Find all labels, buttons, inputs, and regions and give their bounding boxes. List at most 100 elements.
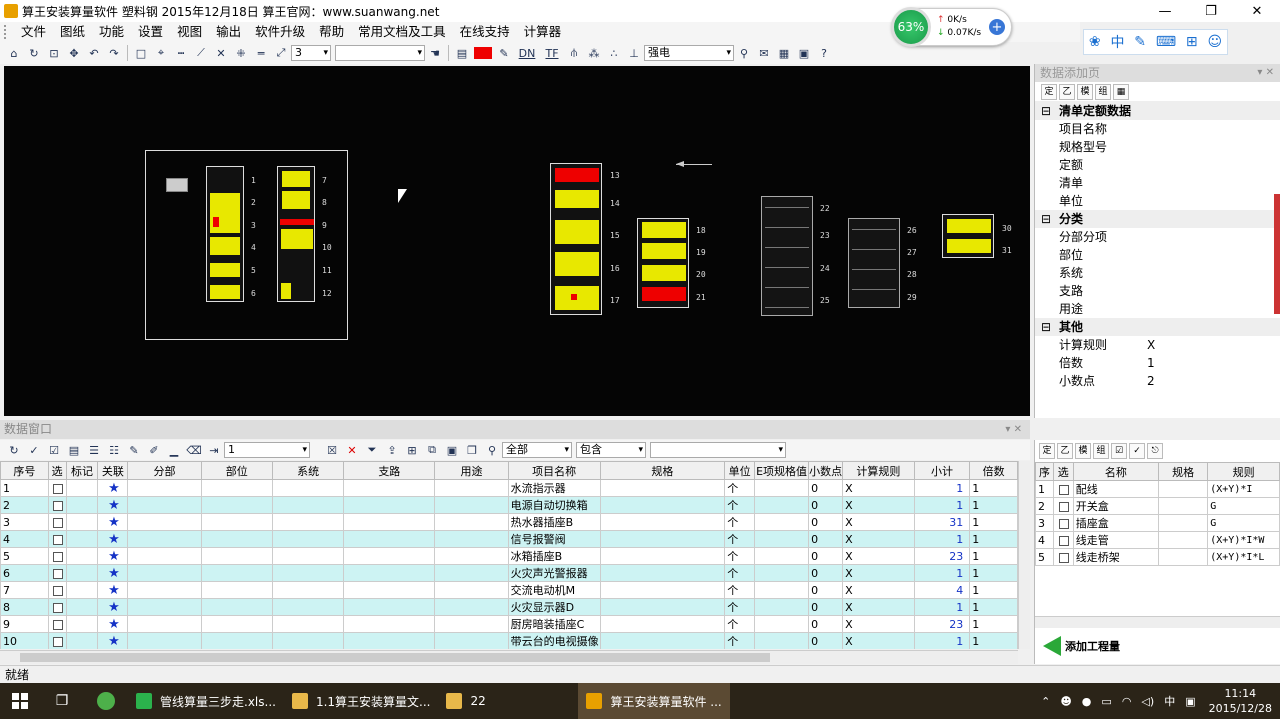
table-cell[interactable]	[200, 496, 273, 514]
search-input[interactable]	[650, 442, 786, 458]
binoculars-icon[interactable]: ⚲	[736, 45, 752, 61]
refresh-icon[interactable]: ↻	[6, 442, 22, 458]
table-cell[interactable]	[343, 479, 436, 497]
stamp-icon[interactable]: ✉	[756, 45, 772, 61]
table-cell[interactable]: 4	[913, 581, 971, 599]
table-cell[interactable]	[271, 598, 345, 616]
rectangle-select-icon[interactable]: □	[133, 45, 149, 61]
table-cell[interactable]	[599, 632, 726, 649]
drawing-canvas[interactable]: 1 2 3 4 5 6 7 8 9 10 11 12 13 14 15 16 1…	[4, 66, 1030, 416]
table-cell[interactable]: 0	[808, 496, 844, 514]
table-cell[interactable]	[65, 632, 99, 649]
quota-button[interactable]: 定	[1041, 83, 1057, 100]
battery-icon[interactable]: ▭	[1101, 695, 1111, 708]
table-cell[interactable]	[434, 564, 509, 582]
rule-spec[interactable]	[1157, 497, 1209, 515]
help-icon[interactable]: ?	[816, 45, 832, 61]
indent-icon[interactable]: ⇥	[206, 442, 222, 458]
dashed-line-icon[interactable]: ┅	[173, 45, 189, 61]
table-cell[interactable]	[200, 564, 273, 582]
rule-name[interactable]: 插座盒	[1072, 514, 1159, 532]
taskbar-item-excel[interactable]: 管线算量三步走.xls...	[128, 683, 284, 719]
table-cell[interactable]	[434, 496, 509, 514]
drawing-sheet[interactable]	[206, 166, 244, 302]
link-star-icon[interactable]: ★	[97, 547, 129, 565]
table-cell[interactable]	[200, 598, 273, 616]
table-cell[interactable]	[754, 547, 810, 565]
snap-icon[interactable]: ⁜	[233, 45, 249, 61]
table-cell[interactable]	[200, 530, 273, 548]
table-cell[interactable]: 火灾声光警报器	[507, 564, 601, 582]
rule-column-header[interactable]: 序	[1035, 462, 1054, 481]
table-cell[interactable]: 水流指示器	[507, 479, 601, 497]
table-cell[interactable]	[127, 479, 202, 497]
table-cell[interactable]	[343, 547, 436, 565]
table-cell[interactable]: 1	[913, 479, 971, 497]
table-cell[interactable]: X	[842, 632, 915, 649]
column-header[interactable]: 关联	[97, 461, 129, 480]
table-cell[interactable]	[343, 564, 436, 582]
link-star-icon[interactable]: ★	[97, 513, 129, 531]
hscroll-thumb[interactable]	[20, 653, 770, 662]
table-cell[interactable]	[754, 564, 810, 582]
column-header[interactable]: 小计	[913, 461, 971, 480]
menu-help[interactable]: 帮助	[312, 22, 351, 42]
underline-icon[interactable]: ▁	[166, 442, 182, 458]
paint-icon[interactable]: ✎	[496, 45, 512, 61]
table-cell[interactable]	[434, 581, 509, 599]
prop-row[interactable]: 小数点 2	[1035, 372, 1280, 390]
table-cell[interactable]: 31	[913, 513, 971, 531]
settings-icon[interactable]: ▦	[1113, 83, 1129, 100]
ime-lang[interactable]: 中	[1110, 32, 1124, 52]
table-cell[interactable]: 个	[724, 496, 756, 514]
table-cell[interactable]: 冰箱插座B	[507, 547, 601, 565]
select-checkbox[interactable]	[47, 530, 67, 548]
table-cell[interactable]	[65, 496, 99, 514]
zoom-fit-icon[interactable]: ⊡	[46, 45, 62, 61]
excel-icon[interactable]: ▣	[444, 442, 460, 458]
table-cell[interactable]: 9	[0, 615, 49, 633]
table-cell[interactable]: 个	[724, 479, 756, 497]
drawing-sheet[interactable]	[550, 163, 602, 315]
table-cell[interactable]	[200, 581, 273, 599]
task-view-icon[interactable]: ❐	[40, 683, 84, 719]
table-cell[interactable]	[127, 632, 202, 649]
table-cell[interactable]: 0	[808, 581, 844, 599]
table-cell[interactable]	[754, 479, 810, 497]
undo-icon[interactable]: ↶	[86, 45, 102, 61]
table-cell[interactable]: 1	[969, 479, 1018, 497]
column-header[interactable]: 部位	[200, 461, 273, 480]
table-cell[interactable]: X	[842, 530, 915, 548]
table-cell[interactable]	[65, 547, 99, 565]
table-cell[interactable]: 火灾显示器D	[507, 598, 601, 616]
drawing-sheet[interactable]	[761, 196, 813, 316]
table-cell[interactable]	[343, 530, 436, 548]
column-header[interactable]: 规格	[599, 461, 726, 480]
check-all-icon[interactable]: ☑	[46, 442, 62, 458]
delete-icon[interactable]: ✕	[344, 442, 360, 458]
check-all-icon[interactable]: ✓	[1129, 443, 1145, 459]
column-header[interactable]: E项规格值	[754, 461, 810, 480]
table-cell[interactable]	[271, 615, 345, 633]
table-cell[interactable]: 1	[913, 632, 971, 649]
polyline-icon[interactable]: ⟋	[193, 45, 209, 61]
link-star-icon[interactable]: ★	[97, 496, 129, 514]
table-cell[interactable]: 0	[808, 632, 844, 649]
table-cell[interactable]: 电源自动切换箱	[507, 496, 601, 514]
drawing-sheet[interactable]	[637, 218, 689, 308]
table-cell[interactable]	[599, 615, 726, 633]
list-button[interactable]: 乙	[1057, 443, 1073, 459]
menu-docs-tools[interactable]: 常用文档及工具	[351, 22, 453, 42]
link-star-icon[interactable]: ★	[97, 632, 129, 649]
add-quantity-button[interactable]: 添加工程量	[1043, 636, 1120, 656]
start-button[interactable]	[0, 683, 40, 719]
table-cell[interactable]	[127, 615, 202, 633]
rule-row[interactable]: 4 线走管 (X+Y)*I*W	[1035, 531, 1280, 549]
table-cell[interactable]: 1	[913, 496, 971, 514]
grid-hscrollbar[interactable]	[0, 650, 1018, 664]
table-cell[interactable]	[599, 564, 726, 582]
column-header[interactable]: 支路	[343, 461, 436, 480]
menu-settings[interactable]: 设置	[131, 22, 170, 42]
table-edit-icon[interactable]: ▤	[66, 442, 82, 458]
rule-formula[interactable]: G	[1207, 497, 1280, 515]
